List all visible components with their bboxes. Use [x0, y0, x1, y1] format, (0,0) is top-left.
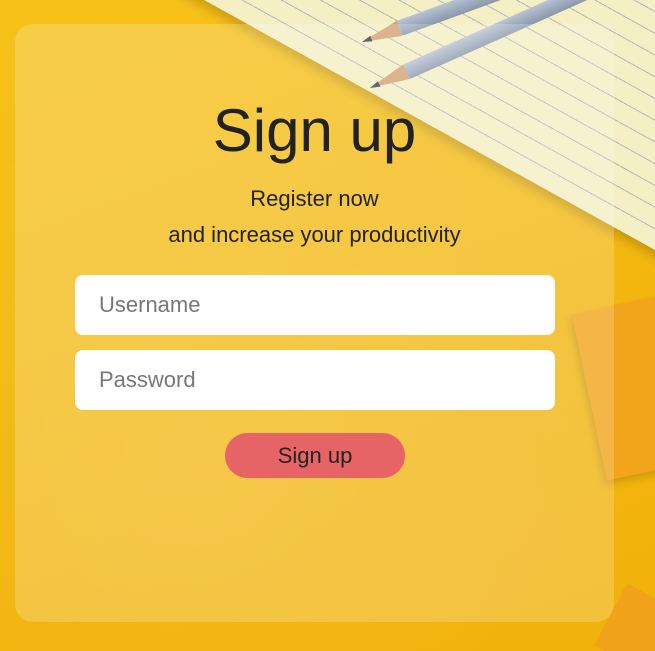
- password-input[interactable]: [75, 350, 555, 410]
- page-title: Sign up: [212, 97, 417, 164]
- subtitle-line: and increase your productivity: [168, 222, 461, 247]
- subtitle: Register now and increase your productiv…: [15, 181, 614, 253]
- signup-card: Sign up Register now and increase your p…: [15, 24, 614, 622]
- username-input[interactable]: [75, 275, 555, 335]
- signup-button[interactable]: Sign up: [225, 433, 405, 478]
- subtitle-line: Register now: [250, 186, 379, 211]
